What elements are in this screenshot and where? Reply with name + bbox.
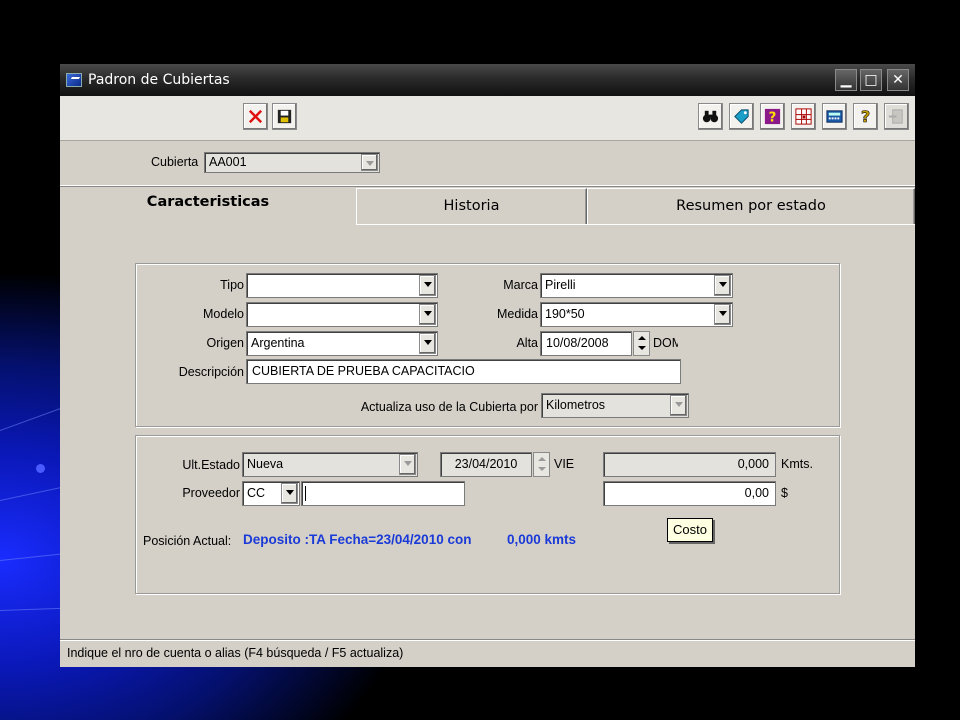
binoculars-icon [702, 110, 719, 123]
ult-estado-select[interactable]: Nueva [242, 452, 418, 477]
cancel-button[interactable] [243, 103, 268, 130]
app-window: Padron de Cubiertas ▁ □ ✕ ? ? Cubierta A… [60, 64, 915, 667]
tab-resumen-por-estado[interactable]: Resumen por estado [587, 188, 915, 224]
grid-icon [795, 108, 812, 125]
toolbar: ? ? [60, 96, 915, 141]
cubierta-bar: Cubierta AA001 [60, 142, 915, 186]
help-button[interactable]: ? [853, 103, 878, 130]
chevron-down-icon[interactable] [714, 275, 731, 296]
window-title: Padron de Cubiertas [88, 72, 230, 88]
grid-button[interactable] [791, 103, 816, 130]
modelo-label: Modelo [203, 307, 244, 321]
kms-unit: Kmts. [781, 457, 813, 471]
text-cursor [305, 486, 306, 501]
medida-value: 190*50 [545, 307, 585, 321]
proveedor-type-value: CC [247, 486, 266, 500]
actualiza-label: Actualiza uso de la Cubierta por [360, 400, 538, 414]
tab-caracteristicas[interactable]: Caracteristicas [60, 188, 356, 224]
costo-input[interactable]: 0,00 [603, 481, 776, 506]
tag-button[interactable] [729, 103, 754, 130]
chevron-down-icon[interactable] [419, 304, 436, 325]
marca-select[interactable]: Pirelli [540, 273, 733, 298]
origen-value: Argentina [251, 336, 305, 350]
exit-icon [888, 109, 903, 124]
background-dot [36, 464, 45, 473]
alta-weekday: DOM [653, 336, 678, 350]
floppy-disk-icon [277, 109, 292, 124]
cubierta-value: AA001 [209, 155, 247, 169]
proveedor-input[interactable] [301, 481, 465, 506]
ult-estado-value: Nueva [247, 457, 284, 471]
cubierta-label: Cubierta [151, 155, 199, 169]
medida-select[interactable]: 190*50 [540, 302, 733, 327]
costo-tooltip: Costo [667, 518, 713, 542]
chevron-down-icon[interactable] [361, 154, 378, 171]
ult-estado-label: Ult.Estado [182, 458, 240, 472]
cubierta-select[interactable]: AA001 [204, 152, 380, 173]
posicion-label: Posición Actual: [143, 534, 232, 548]
proveedor-label: Proveedor [182, 486, 240, 500]
origen-select[interactable]: Argentina [246, 331, 438, 356]
app-icon [66, 73, 82, 87]
alta-label: Alta [516, 336, 538, 350]
exit-button[interactable] [884, 103, 909, 130]
alta-date-spinner[interactable] [633, 331, 650, 356]
save-button[interactable] [272, 103, 297, 130]
chevron-down-icon[interactable] [281, 483, 298, 504]
estado-weekday: VIE [554, 457, 575, 471]
marca-label: Marca [503, 278, 538, 292]
tab-divider [356, 224, 915, 225]
chevron-down-icon[interactable] [419, 275, 436, 296]
descripcion-input[interactable]: CUBIERTA DE PRUEBA CAPACITACIO [246, 359, 681, 384]
descripcion-label: Descripción [178, 365, 244, 379]
posicion-kms: 0,000 kmts [507, 532, 577, 547]
chevron-down-icon[interactable] [670, 395, 687, 416]
origen-label: Origen [206, 336, 244, 350]
chevron-down-icon[interactable] [399, 454, 416, 475]
help-topic-button[interactable]: ? [760, 103, 785, 130]
estado-date-spinner[interactable] [533, 452, 550, 477]
posicion-value: Deposito :TA Fecha=23/04/2010 con [243, 532, 472, 547]
maximize-button[interactable]: □ [860, 69, 882, 91]
svg-text:?: ? [861, 107, 870, 126]
status-bar: Indique el nro de cuenta o alias (F4 bús… [60, 639, 915, 667]
medida-label: Medida [497, 307, 538, 321]
costo-unit: $ [781, 486, 788, 500]
calculator-button[interactable] [822, 103, 847, 130]
tipo-select[interactable] [246, 273, 438, 298]
estado-date-input[interactable]: 23/04/2010 [440, 452, 532, 477]
kms-input: 0,000 [603, 452, 776, 477]
close-button[interactable]: ✕ [887, 69, 909, 91]
question-mark-icon: ? [861, 107, 871, 126]
modelo-select[interactable] [246, 302, 438, 327]
tipo-label: Tipo [220, 278, 244, 292]
chevron-down-icon[interactable] [419, 333, 436, 354]
tab-historia[interactable]: Historia [356, 188, 587, 224]
title-bar[interactable]: Padron de Cubiertas ▁ □ ✕ [60, 64, 915, 96]
chevron-down-icon[interactable] [714, 304, 731, 325]
alta-date-input[interactable]: 10/08/2008 [540, 331, 632, 356]
actualiza-value: Kilometros [546, 398, 606, 412]
search-button[interactable] [698, 103, 723, 130]
actualiza-select[interactable]: Kilometros [541, 393, 689, 418]
minimize-button[interactable]: ▁ [835, 69, 857, 91]
proveedor-type-select[interactable]: CC [242, 481, 300, 506]
svg-text:?: ? [769, 110, 777, 125]
calculator-icon [826, 110, 843, 123]
red-x-icon [248, 109, 263, 124]
question-box-icon: ? [764, 108, 781, 125]
marca-value: Pirelli [545, 278, 576, 292]
tag-icon [734, 109, 749, 124]
